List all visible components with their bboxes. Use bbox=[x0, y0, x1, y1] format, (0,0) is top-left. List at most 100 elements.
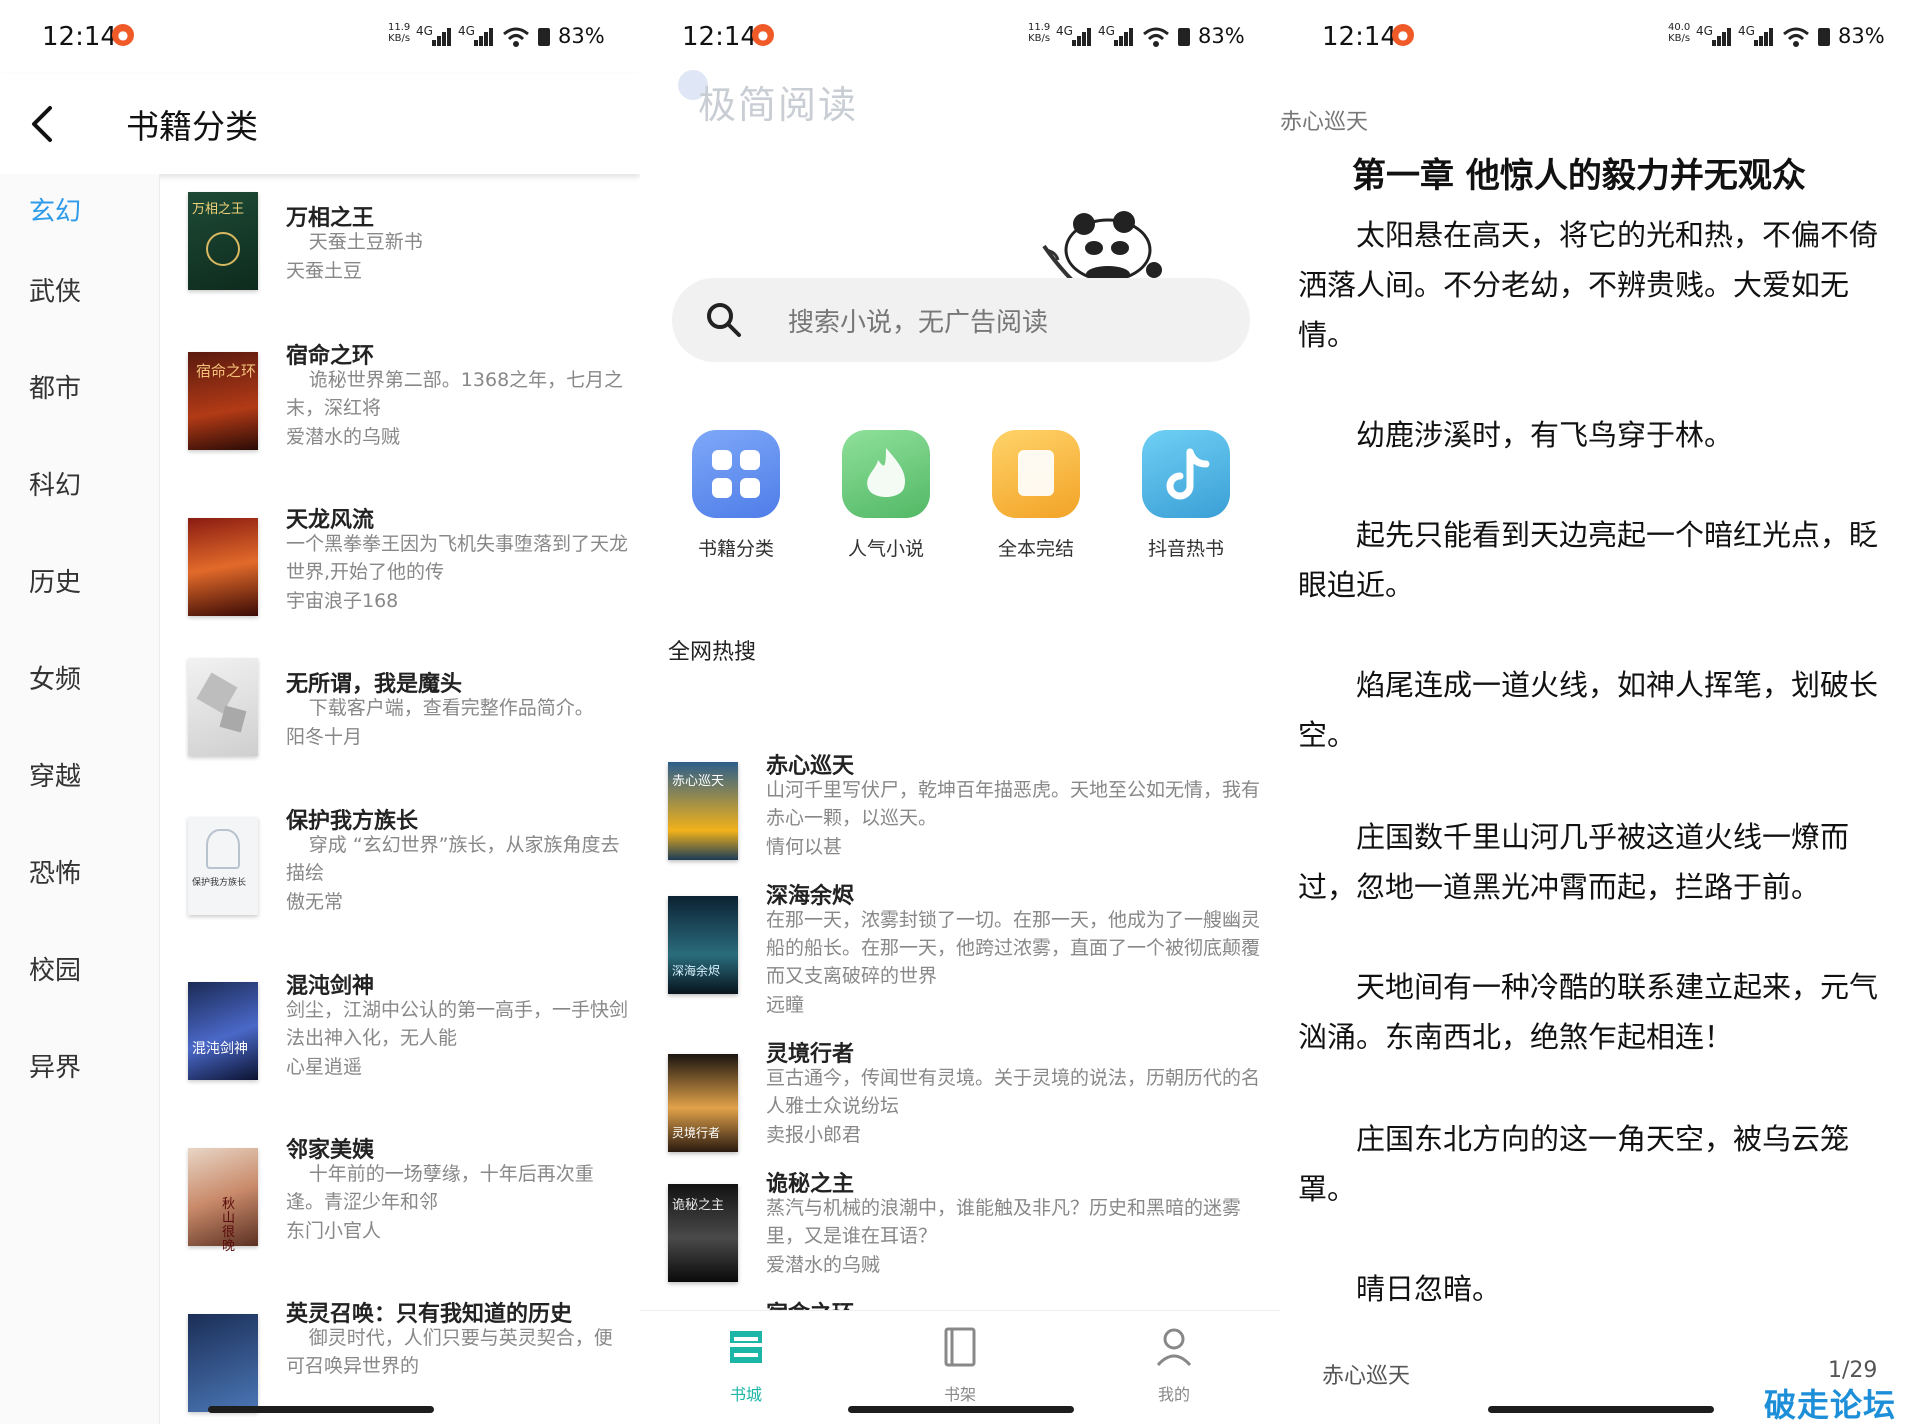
home-screen: 12:14 ● 11.9 KB/s 4G 4G 83% 极简阅读 搜索小说，无广告… bbox=[640, 0, 1280, 1424]
forum-watermark: 破走论坛 bbox=[1764, 1386, 1897, 1424]
wifi-icon bbox=[1143, 27, 1169, 47]
quick-link-categories[interactable]: 书籍分类 bbox=[676, 430, 796, 561]
category-item-kongbu[interactable]: 恐怖 bbox=[0, 844, 120, 904]
network-speed: 11.9 KB/s bbox=[1028, 22, 1051, 44]
reader-book-title: 赤心巡天 bbox=[1280, 110, 1369, 135]
status-time: 12:14 bbox=[1322, 22, 1397, 52]
category-screen: 12:14 ● 11.9 KB/s 4G 4G 83% 书籍分类 玄幻 武侠 都市… bbox=[0, 0, 640, 1424]
app-logo: 极简阅读 bbox=[698, 83, 859, 127]
category-item-kehuan[interactable]: 科幻 bbox=[0, 456, 120, 516]
category-item-dushi[interactable]: 都市 bbox=[0, 359, 120, 419]
book-cover: 灵境行者 bbox=[668, 1054, 738, 1152]
tiktok-icon bbox=[1142, 430, 1230, 518]
book-desc: 穿成 “玄幻世界”族长，从家族角度去描绘 bbox=[286, 834, 620, 884]
book-cover: 诡秘之主 bbox=[668, 1184, 738, 1282]
signal-icon-2 bbox=[474, 28, 494, 46]
chapter-title: 第一章 他惊人的毅力并无观众 bbox=[1352, 156, 1806, 196]
tab-profile[interactable]: 我的 bbox=[1114, 1325, 1234, 1405]
category-item-lishi[interactable]: 历史 bbox=[0, 553, 120, 613]
network-type-2: 4G bbox=[1738, 24, 1755, 38]
tab-bookshelf[interactable]: 书架 bbox=[900, 1325, 1020, 1405]
signal-icon bbox=[1072, 28, 1092, 46]
section-title: 全网热搜 bbox=[668, 640, 757, 665]
network-type: 4G bbox=[1696, 24, 1713, 38]
category-item-nvpin[interactable]: 女频 bbox=[0, 650, 120, 710]
back-icon[interactable] bbox=[26, 104, 60, 144]
status-time: 12:14 bbox=[682, 22, 757, 52]
tab-label: 书城 bbox=[729, 1385, 762, 1404]
reader-screen: 12:14 ● 40.0 KB/s 4G 4G 83% 赤心巡天 第一章 他惊人的… bbox=[1280, 0, 1920, 1424]
tab-label: 书架 bbox=[943, 1385, 976, 1404]
book-author: 卖报小郎君 bbox=[766, 1124, 862, 1146]
reader-paragraph: 晴日忽暗。 bbox=[1356, 1272, 1502, 1306]
page-header: 书籍分类 bbox=[0, 74, 640, 174]
wifi-icon bbox=[1783, 27, 1809, 47]
signal-icon bbox=[432, 28, 452, 46]
battery-percent: 83% bbox=[558, 24, 605, 48]
home-indicator[interactable] bbox=[1488, 1406, 1714, 1413]
category-item-xuanhuan[interactable]: 玄幻 bbox=[0, 182, 120, 242]
book-cover bbox=[188, 1314, 258, 1412]
network-speed: 11.9 KB/s bbox=[388, 22, 411, 44]
book-desc: 一个黑拳拳王因为飞机失事堕落到了天龙世界,开始了他的传 bbox=[286, 533, 629, 583]
signal-icon-2 bbox=[1754, 28, 1774, 46]
quick-link-completed[interactable]: 全本完结 bbox=[976, 430, 1096, 561]
category-item-yijie[interactable]: 异界 bbox=[0, 1038, 120, 1098]
book-cover bbox=[188, 658, 258, 756]
profile-icon bbox=[1156, 1328, 1192, 1367]
network-type-2: 4G bbox=[1098, 24, 1115, 38]
book-author: 阳冬十月 bbox=[286, 726, 363, 748]
book-author: 情何以甚 bbox=[766, 836, 843, 858]
network-speed: 40.0 KB/s bbox=[1668, 22, 1691, 44]
store-icon bbox=[730, 1331, 762, 1363]
quick-link-label: 全本完结 bbox=[997, 538, 1074, 560]
wifi-icon bbox=[503, 27, 529, 47]
quick-link-tiktok[interactable]: 抖音热书 bbox=[1126, 430, 1246, 561]
reader-footer-title: 赤心巡天 bbox=[1322, 1364, 1411, 1389]
book-desc: 十年前的一场孽缘，十年后再次重逢。青涩少年和邻 bbox=[286, 1163, 594, 1213]
reader-paragraph: 庄国数千里山河几乎被这道火线一燎而过，忽地一道黑光冲霄而起，拦路于前。 bbox=[1298, 820, 1850, 904]
reader-paragraph: 起先只能看到天边亮起一个暗红光点，眨眼迫近。 bbox=[1298, 518, 1879, 602]
quick-link-popular[interactable]: 人气小说 bbox=[826, 430, 946, 561]
battery-icon bbox=[1178, 28, 1190, 46]
book-cover: 赤心巡天 bbox=[668, 762, 738, 860]
book-desc: 诡秘世界第二部。1368之年，七月之末，深红将 bbox=[286, 369, 624, 419]
quick-link-label: 书籍分类 bbox=[697, 538, 774, 560]
book-desc: 剑尘，江湖中公认的第一高手，一手快剑法出神入化，无人能 bbox=[286, 999, 629, 1049]
book-cover: 万相之王 bbox=[188, 192, 258, 290]
reader-paragraph: 天地间有一种冷酷的联系建立起来，元气汹涌。东南西北，绝煞乍起相连！ bbox=[1298, 970, 1879, 1054]
battery-percent: 83% bbox=[1838, 24, 1885, 48]
book-author: 宇宙浪子168 bbox=[286, 590, 399, 612]
book-author: 爱潜水的乌贼 bbox=[286, 426, 401, 448]
grid-icon bbox=[692, 430, 780, 518]
search-bar[interactable]: 搜索小说，无广告阅读 bbox=[672, 278, 1250, 362]
reader-paragraph: 幼鹿涉溪时，有飞鸟穿于林。 bbox=[1356, 418, 1734, 452]
flame-icon bbox=[842, 430, 930, 518]
signal-icon bbox=[1712, 28, 1732, 46]
notification-badge-icon: ● bbox=[1392, 24, 1414, 46]
reader-paragraph: 焰尾连成一道火线，如神人挥笔，划破长空。 bbox=[1298, 668, 1879, 752]
quick-link-label: 人气小说 bbox=[847, 538, 924, 560]
book-desc: 亘古通今，传闻世有灵境。关于灵境的说法，历朝历代的名人雅士众说纷坛 bbox=[766, 1067, 1261, 1117]
tab-label: 我的 bbox=[1157, 1385, 1190, 1404]
notification-badge-icon: ● bbox=[112, 24, 134, 46]
book-author: 爱潜水的乌贼 bbox=[766, 1254, 881, 1276]
home-indicator[interactable] bbox=[848, 1406, 1074, 1413]
tab-store[interactable]: 书城 bbox=[686, 1325, 806, 1405]
panda-mascot-icon bbox=[1042, 211, 1162, 282]
category-sidebar: 玄幻 武侠 都市 科幻 历史 女频 穿越 恐怖 校园 异界 bbox=[0, 174, 160, 1424]
book-cover bbox=[188, 518, 258, 616]
status-bar: 12:14 ● 11.9 KB/s 4G 4G 83% bbox=[640, 0, 1280, 74]
book-cover: 深海余烬 bbox=[668, 896, 738, 994]
category-item-wuxia[interactable]: 武侠 bbox=[0, 262, 120, 322]
search-placeholder: 搜索小说，无广告阅读 bbox=[788, 308, 1049, 338]
category-item-xiaoyuan[interactable]: 校园 bbox=[0, 941, 120, 1001]
category-item-chuanyue[interactable]: 穿越 bbox=[0, 747, 120, 807]
book-author: 心星逍遥 bbox=[286, 1056, 363, 1078]
quick-link-label: 抖音热书 bbox=[1147, 538, 1224, 560]
home-indicator[interactable] bbox=[208, 1406, 434, 1413]
book-author: 天蚕土豆 bbox=[286, 260, 363, 282]
book-desc: 御灵时代，人们只要与英灵契合，便可召唤异世界的 bbox=[286, 1327, 613, 1377]
book-desc: 山河千里写伏尸，乾坤百年描恶虎。天地至公如无情，我有赤心一颗，以巡天。 bbox=[766, 779, 1261, 829]
network-type: 4G bbox=[1056, 24, 1073, 38]
